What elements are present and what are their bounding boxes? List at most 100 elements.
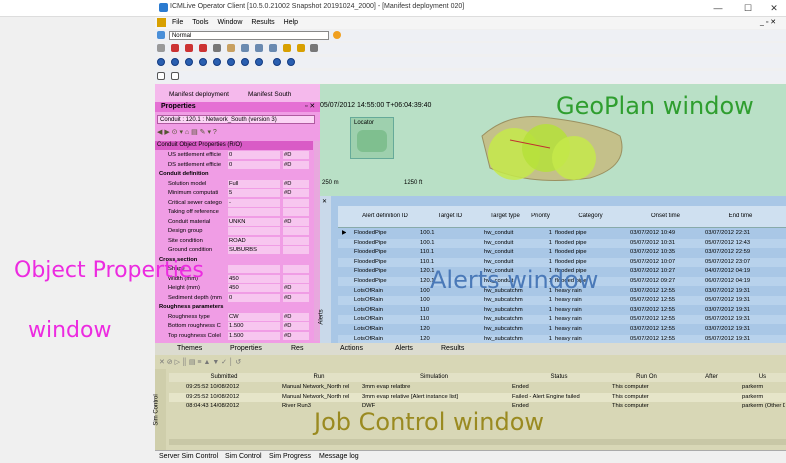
jobs-column-header[interactable]: Submitted [169,373,279,382]
tab-results[interactable]: Results [441,345,464,352]
jobs-column-header[interactable]: After [684,373,739,382]
alerts-column-header[interactable]: Target type [482,213,528,219]
cut-icon[interactable] [170,44,179,52]
zoom-in-icon[interactable] [240,44,249,52]
property-value[interactable]: Full [228,179,280,188]
close-icon[interactable]: ✕ [766,2,782,14]
scale-label-imperial: 1250 ft [404,180,423,186]
tab-res[interactable]: Res [291,345,303,352]
alerts-cell: 05/07/2012 19:31 [705,297,751,304]
menu-window[interactable]: Window [217,17,242,29]
property-value[interactable]: 5 [228,189,280,197]
tab-sim-control[interactable]: Sim Control [225,453,262,460]
alerts-cell: FloodedPipe [354,278,387,284]
menu-tools[interactable]: Tools [192,17,208,29]
alerts-cell: LotsOfRain [354,316,383,323]
alerts-table-row[interactable]: LotsOfRain 110 hw_subcatchm 1 heavy rain 03/0… [338,305,786,315]
menu-file[interactable]: File [172,17,183,29]
alerts-table-row[interactable]: LotsOfRain 100 hw_subcatchm 1 heavy rain 05/0… [338,296,786,306]
stop-icon[interactable] [198,58,207,66]
alerts-cell: heavy rain [555,316,582,323]
alerts-table-row[interactable]: ▶ FloodedPipe 100.1 hw_conduit 1 flooded pipe… [338,229,786,238]
grid-icon[interactable] [157,72,165,80]
edit-icon[interactable] [198,44,207,52]
delete-icon[interactable] [184,44,193,52]
tab-themes[interactable]: Themes [177,345,202,352]
alerts-column-header[interactable]: Priority [528,213,553,219]
mdi-controls[interactable]: _ ▫ ✕ [760,17,776,29]
property-value[interactable] [228,265,280,273]
alerts-column-header[interactable]: End time [703,213,778,219]
property-value[interactable]: 1.500 [228,331,280,340]
find-icon[interactable] [310,44,319,52]
property-value[interactable]: 1.500 [228,322,280,330]
properties-icon[interactable] [282,44,291,52]
jobs-column-header[interactable]: Run On [609,373,684,382]
property-value[interactable]: - [228,198,280,207]
jobs-column-header[interactable]: Simulation [359,373,509,382]
tab-manifest-south[interactable]: Manifest South [248,91,291,98]
jobs-table-row[interactable]: 09:25:52 10/08/2012 Manual Network_North … [169,392,786,402]
property-value[interactable] [228,227,280,235]
jobs-cell: 3mm evap relative [Alert instance list] [362,393,459,400]
tab-server-sim-control[interactable]: Server Sim Control [159,453,218,460]
alerts-table-row[interactable]: LotsOfRain 110 hw_subcatchm 1 heavy rain 05/0… [338,315,786,325]
fast-forward-icon[interactable] [240,58,249,66]
tab-manifest-deployment[interactable]: Manifest deployment [169,91,229,98]
tab-alerts[interactable]: Alerts [395,345,413,352]
rewind-icon[interactable] [170,58,179,66]
table-icon[interactable] [170,72,179,80]
locator-panel[interactable]: Locator [350,117,394,159]
layers-icon[interactable] [296,44,305,52]
job-scrollbar[interactable] [169,439,786,445]
maximize-icon[interactable]: ☐ [740,2,756,14]
property-value[interactable]: CW [228,312,280,321]
record-icon[interactable] [272,58,281,66]
conduit-combo[interactable]: Conduit : 120.1 : Network_South (version… [157,115,315,124]
property-value[interactable]: UNKN [228,217,280,226]
play-icon[interactable] [212,58,221,66]
property-value[interactable]: 450 [228,284,280,292]
zoom-out-icon[interactable] [254,44,263,52]
alerts-column-header[interactable]: Alert definition ID [352,213,418,219]
select-icon[interactable] [157,44,165,52]
scheme-combo[interactable]: Normal [168,30,329,40]
jobs-column-header[interactable]: Status [509,373,609,382]
property-value[interactable]: 0 [228,160,280,169]
tab-actions[interactable]: Actions [340,345,363,352]
refresh-icon[interactable] [157,31,165,39]
property-value[interactable]: 450 [228,274,280,283]
loop-icon[interactable] [286,58,295,66]
pan-icon[interactable] [226,44,235,52]
property-value[interactable]: 0 [228,293,280,302]
tab-sim-progress[interactable]: Sim Progress [269,453,311,460]
menu-help[interactable]: Help [284,17,298,29]
tab-message-log[interactable]: Message log [319,453,359,460]
alerts-column-header[interactable]: Onset time [628,213,703,219]
panel-close-icon[interactable]: ▫ ✕ [305,102,315,110]
alerts-header-row: Alert definition ID Target ID Target type P… [338,206,786,228]
step-back-icon[interactable] [184,58,193,66]
property-value[interactable] [228,208,280,216]
jobs-table-row[interactable]: 09:25:52 10/08/2012 Manual Network_North … [169,383,786,392]
jobs-column-header[interactable]: Us [739,373,786,382]
alerts-column-header[interactable]: Target ID [418,213,482,219]
alerts-table-row[interactable]: FloodedPipe 100.1 hw_conduit 1 flooded pipe 0… [338,238,786,248]
minimize-icon[interactable]: — [710,2,726,14]
jobs-column-header[interactable]: Run [279,373,359,382]
alerts-table-row[interactable]: FloodedPipe 110.1 hw_conduit 1 flooded pipe 0… [338,248,786,258]
property-value[interactable]: ROAD [228,236,280,245]
property-value[interactable]: SUBURBS [228,246,280,254]
property-value[interactable]: 0 [228,151,280,159]
theme-icon[interactable] [332,31,341,39]
alerts-table-row[interactable]: LotsOfRain 120 hw_subcatchm 1 heavy rain 03/0… [338,325,786,334]
zoom-extent-icon[interactable] [268,44,277,52]
alerts-pane-close-icon[interactable]: ✕ [322,198,327,205]
ruler-icon[interactable] [212,44,221,52]
step-forward-icon[interactable] [226,58,235,66]
tab-properties[interactable]: Properties [230,345,262,352]
first-icon[interactable] [157,58,165,66]
alerts-column-header[interactable]: Category [553,213,628,219]
last-icon[interactable] [254,58,263,66]
menu-results[interactable]: Results [251,17,274,29]
